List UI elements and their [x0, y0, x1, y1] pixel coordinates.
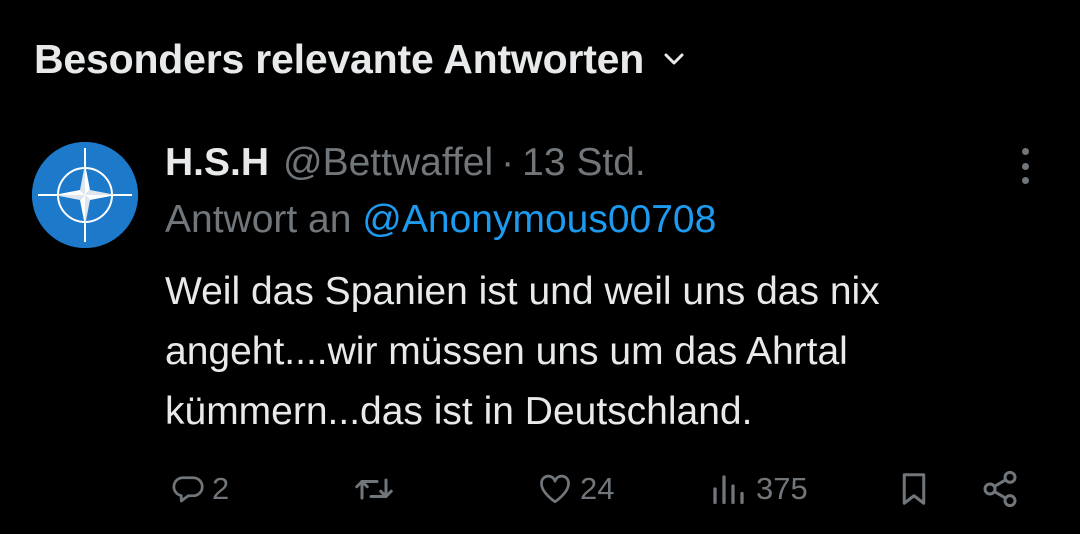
tweet-text: Weil das Spanien ist und weil uns das ni…	[165, 262, 1045, 442]
sort-label: Besonders relevante Antworten	[34, 35, 645, 82]
tweet-text-line: Weil das Spanien ist und weil uns das ni…	[165, 270, 880, 313]
reply-context: Antwort an @Anonymous00708	[165, 198, 716, 242]
like-button[interactable]: 24	[536, 466, 614, 512]
share-button[interactable]	[980, 466, 1020, 512]
tweet-text-line: angeht....wir müssen uns um das Ahrtal	[165, 330, 848, 373]
reply-mention[interactable]: @Anonymous00708	[362, 198, 716, 241]
share-icon	[983, 470, 1017, 508]
tweet-meta: H.S.H @Bettwaffel · 13 Std.	[165, 140, 646, 186]
avatar[interactable]	[32, 142, 138, 248]
heart-icon	[540, 474, 570, 504]
nato-compass-star-icon	[32, 142, 138, 248]
views-chart-icon	[713, 475, 744, 505]
reply-prefix: Antwort an	[165, 198, 352, 241]
like-count: 24	[580, 471, 615, 506]
more-options-icon[interactable]	[1014, 148, 1036, 184]
chevron-down-icon	[662, 46, 688, 72]
retweet-button[interactable]	[354, 466, 400, 512]
retweet-icon	[355, 478, 393, 500]
timestamp[interactable]: 13 Std.	[522, 141, 646, 185]
bookmark-button[interactable]	[896, 466, 932, 512]
sort-dropdown[interactable]: Besonders relevante Antworten	[34, 34, 688, 84]
tweet-text-line: kümmern...das ist in Deutschland.	[165, 390, 753, 433]
meta-separator: ·	[501, 141, 515, 184]
views-count: 375	[756, 471, 808, 506]
views-button[interactable]: 375	[710, 466, 808, 512]
reply-count: 2	[212, 471, 230, 506]
reply-icon	[172, 476, 204, 503]
user-handle[interactable]: @Bettwaffel	[283, 141, 493, 185]
bookmark-icon	[902, 473, 926, 505]
reply-button[interactable]: 2	[170, 466, 229, 512]
display-name[interactable]: H.S.H	[165, 141, 269, 185]
